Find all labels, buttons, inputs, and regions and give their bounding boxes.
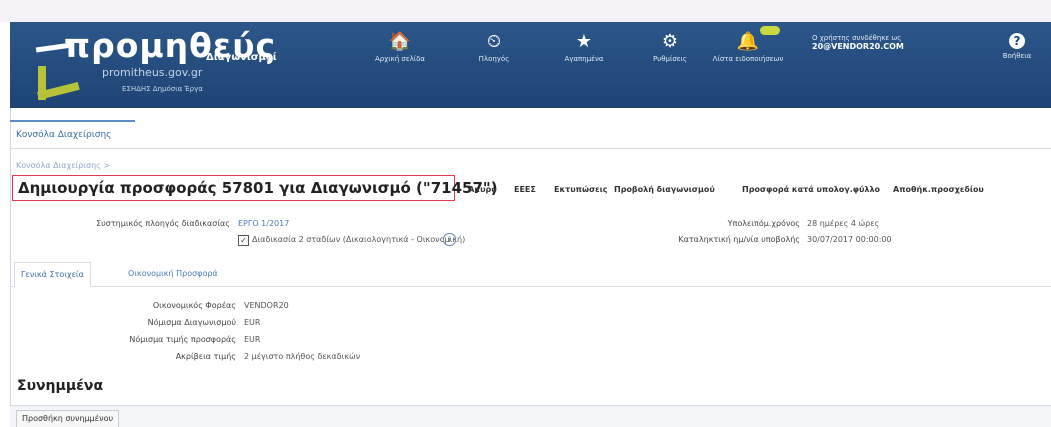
system-navigator-label: Συστημικός πλοηγός διαδικασίας	[96, 219, 230, 228]
tab-financial-offer[interactable]: Οικονομική Προσφορά	[128, 262, 218, 286]
user-info[interactable]: Ο χρήστης συνδέθηκε ως 20@VENDOR20.COM	[812, 34, 904, 51]
view-tender-button[interactable]: Προβολή διαγωνισμού	[614, 185, 715, 194]
brand-url: promitheus.gov.gr	[102, 66, 203, 79]
nav-settings[interactable]: ⚙ Ρυθμίσεις	[632, 30, 708, 64]
help-icon: ?	[1009, 33, 1025, 49]
nav-notifications-label: Λίστα ειδοποιήσεων	[712, 55, 784, 63]
general-label: Νόμισμα Διαγωνισμού	[147, 318, 236, 327]
tab-dashboard[interactable]: Κονσόλα Διαχείρισης	[10, 120, 135, 148]
deadline-value: 30/07/2017 00:00:00	[807, 235, 892, 244]
general-label: Ακρίβεια τιμής	[175, 352, 236, 361]
prints-button[interactable]: Εκτυπώσεις	[554, 185, 607, 194]
gear-icon: ⚙	[661, 31, 679, 52]
nav-favorites-label: Αγαπημένα	[564, 55, 604, 63]
attachments-heading: Συνημμένα	[17, 378, 104, 394]
general-label: Οικονομικός Φορέας	[152, 301, 236, 310]
breadcrumb[interactable]: Κονσόλα Διαχείρισης >	[16, 161, 110, 170]
remaining-time-label: Υπολειπόμ.χρόνος	[727, 219, 800, 228]
two-stage-text: Διαδικασία 2 σταδίων (Δικαιολογητικά - Ο…	[252, 235, 466, 244]
app-header: προμηθεύς Διαγωνισμοί promitheus.gov.gr …	[10, 22, 1051, 108]
clock-icon: ⏲	[486, 31, 502, 52]
nav-notifications[interactable]: 🔔 Λίστα ειδοποιήσεων	[710, 30, 786, 64]
nav-home[interactable]: 🏠 Αρχική σελίδα	[362, 30, 438, 64]
two-stage-checkbox: ✓	[238, 235, 249, 246]
add-attachment-button[interactable]: Προσθήκη συνημμένου	[16, 410, 120, 427]
espd-button[interactable]: ΕΕΕΣ	[514, 185, 536, 194]
help-label: Βοήθεια	[1002, 52, 1032, 60]
user-signed-in-label: Ο χρήστης συνδέθηκε ως	[812, 34, 902, 42]
help-button[interactable]: ? Βοήθεια	[992, 30, 1042, 60]
info-icon[interactable]: i	[443, 233, 456, 246]
spreadsheet-offer-button[interactable]: Προσφορά κατά υπολογ.φύλλο	[742, 185, 880, 194]
general-value: EUR	[244, 318, 261, 327]
nav-settings-label: Ρυθμίσεις	[652, 55, 688, 63]
cancel-button[interactable]: Άκυρο	[468, 185, 497, 194]
user-email: 20@VENDOR20.COM	[812, 42, 904, 51]
home-icon: 🏠	[388, 31, 412, 52]
subtab-divider	[10, 286, 1051, 287]
brand-org: ΕΣΗΔΗΣ Δημόσια Έργα	[122, 85, 203, 93]
top-band	[0, 0, 1051, 22]
nav-home-label: Αρχική σελίδα	[374, 55, 426, 63]
general-value: EUR	[244, 335, 261, 344]
general-value: 2 μέγιστο πλήθος δεκαδικών	[244, 352, 361, 361]
nav-favorites[interactable]: ★ Αγαπημένα	[546, 30, 622, 64]
nav-navigator-label: Πλοηγός	[478, 55, 510, 63]
star-icon: ★	[575, 31, 593, 52]
deadline-label: Καταληκτική ημ/νία υποβολής	[678, 235, 800, 244]
tab-strip	[10, 116, 1051, 149]
tab-general-info[interactable]: Γενικά Στοιχεία	[14, 262, 91, 287]
remaining-time-value: 28 ημέρες 4 ώρες	[807, 219, 880, 228]
attachments-toolbar	[10, 405, 1051, 427]
brand-subtitle: Διαγωνισμοί	[206, 52, 277, 63]
general-value: VENDOR20	[244, 301, 289, 310]
notification-badge	[760, 26, 780, 35]
save-draft-button[interactable]: Αποθήκ.προσχεδίου	[893, 185, 984, 194]
general-label: Νόμισμα τιμής προσφοράς	[129, 335, 236, 344]
nav-navigator[interactable]: ⏲ Πλοηγός	[456, 30, 532, 64]
page-title: Δημιουργία προσφοράς 57801 για Διαγωνισμ…	[18, 179, 498, 197]
system-navigator-link[interactable]: ΕΡΓΟ 1/2017	[238, 219, 289, 228]
